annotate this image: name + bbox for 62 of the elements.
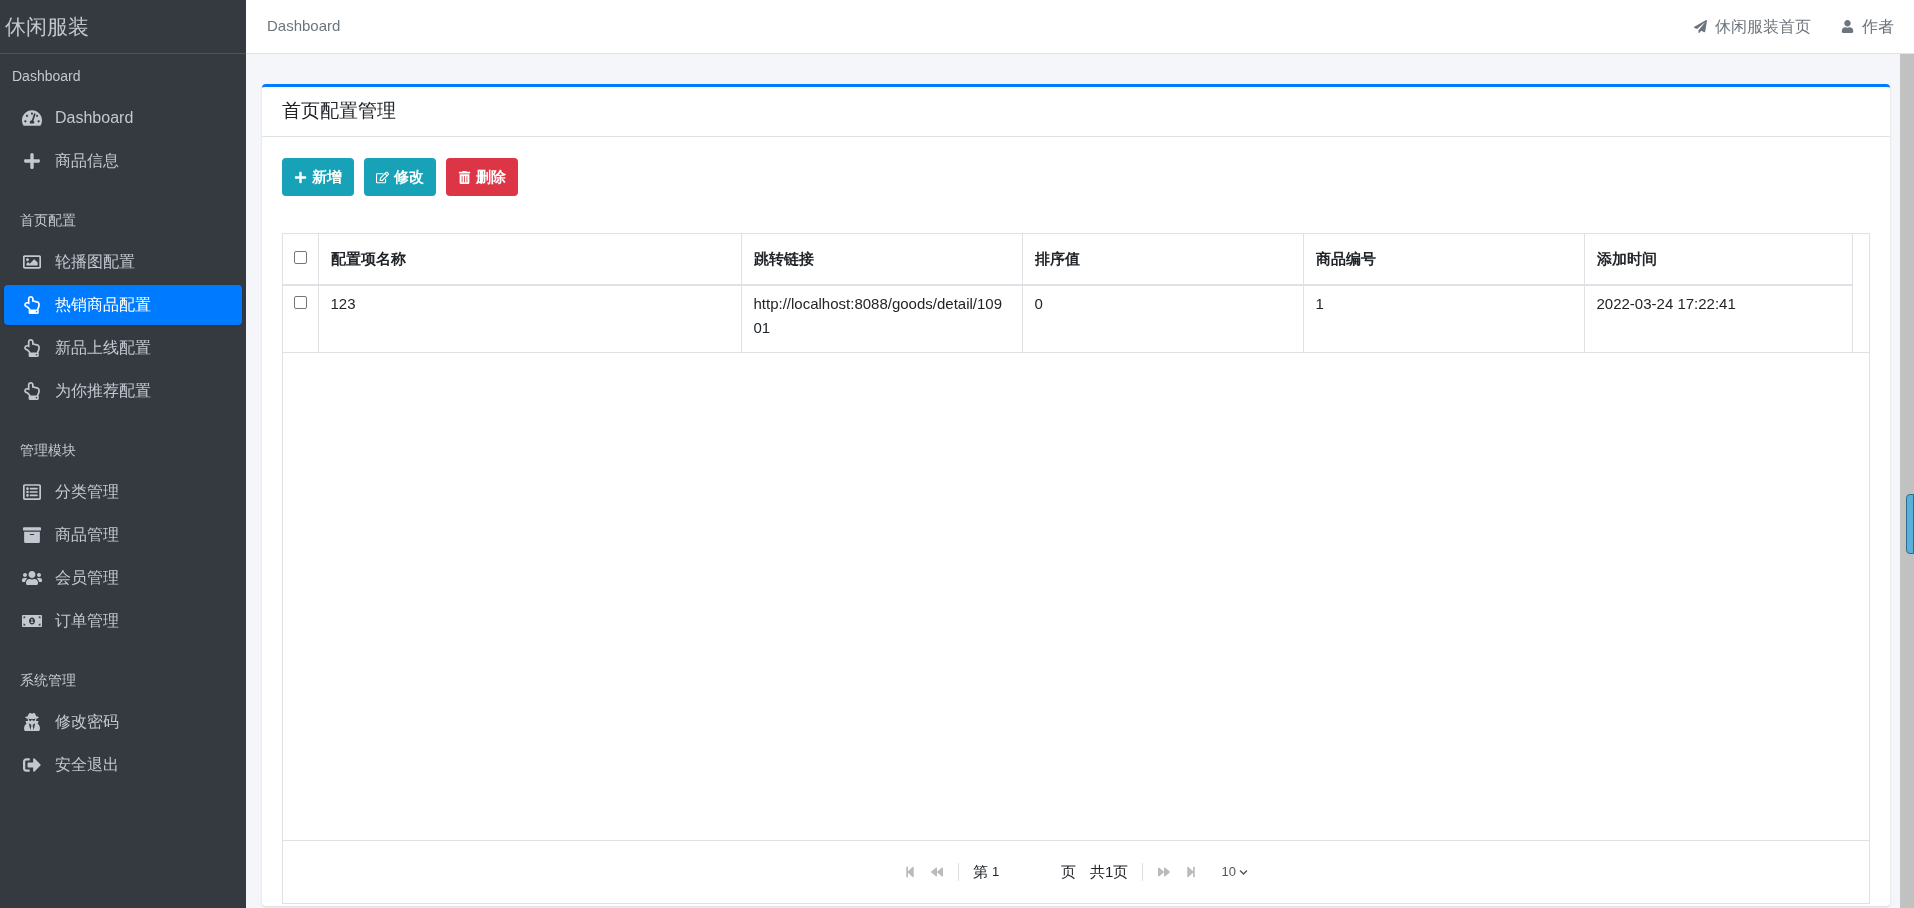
nav-item[interactable]: 会员管理 [4,557,242,598]
breadcrumb-link[interactable]: Dashboard [267,15,341,38]
trash-icon [458,170,471,184]
scrollbar[interactable] [1900,54,1914,908]
last-page-icon[interactable] [1185,866,1198,878]
table-cell: 2022-03-24 17:22:41 [1584,285,1853,352]
page-size-select[interactable]: 10 [1221,862,1248,882]
user-secret-icon [22,712,42,731]
column-header: 配置项名称 [318,234,741,285]
nav-item[interactable]: 订单管理 [4,600,242,641]
sign-out-icon [22,755,42,774]
nav-item[interactable]: Dashboard [4,97,242,138]
edit-icon [376,170,389,184]
next-page-icon[interactable] [1157,866,1172,878]
nav-item[interactable]: 修改密码 [4,701,242,742]
previous-page-icon[interactable] [930,866,945,878]
page-label: 第 [973,861,989,882]
pointing-hand-icon [22,338,42,357]
section-header: 系统管理 [19,670,77,690]
nav-link[interactable]: 休闲服装首页 [1694,14,1811,39]
section-header: 管理模块 [19,440,77,460]
list-icon [22,482,42,501]
nav-item[interactable]: 轮播图配置 [4,241,242,282]
column-header: 排序值 [1022,234,1303,285]
plus-icon [22,151,42,170]
nav-link[interactable]: 作者 [1841,14,1894,39]
nav-item[interactable]: 商品管理 [4,514,242,555]
first-page-icon[interactable] [904,866,917,878]
table-cell: 123 [318,285,741,352]
paper-plane-icon [1694,20,1707,33]
nav-item[interactable]: 安全退出 [4,744,242,785]
page-label: 页 [1061,861,1077,882]
column-header: 跳转链接 [741,234,1022,285]
column-header: 商品编号 [1303,234,1584,285]
checkbox[interactable] [293,296,307,309]
user-icon [1841,20,1854,33]
delete-button[interactable]: 删除 [446,158,518,196]
archive-box-icon [22,525,42,544]
card-title: 首页配置管理 [282,99,396,124]
table-cell: 0 [1022,285,1303,352]
total-pages-label: 共1页 [1090,861,1129,882]
chevron-down-icon [1238,867,1248,877]
column-header: 添加时间 [1584,234,1853,285]
section-header: 首页配置 [19,210,77,230]
pointing-hand-icon [22,381,42,400]
section-header: Dashboard [11,66,82,86]
nav-item[interactable]: 商品信息 [4,140,242,181]
nav-item[interactable]: 新品上线配置 [4,327,242,368]
table-cell: 1 [1303,285,1584,352]
pointing-hand-icon [22,295,42,314]
plus-icon [294,170,307,184]
image-icon [22,252,42,271]
users-icon [22,568,42,587]
page-number-field[interactable]: 1 [992,862,1048,882]
nav-item[interactable]: 分类管理 [4,471,242,512]
gauge-icon [22,108,42,127]
checkbox[interactable] [293,250,307,264]
nav-item[interactable]: 为你推荐配置 [4,370,242,411]
nav-item[interactable]: 热销商品配置 [4,284,242,325]
brand-title[interactable]: 休闲服装 [5,10,89,43]
scroll-indicator [1906,494,1914,554]
table-cell: http://localhost:8088/goods/detail/10901 [741,285,1022,352]
